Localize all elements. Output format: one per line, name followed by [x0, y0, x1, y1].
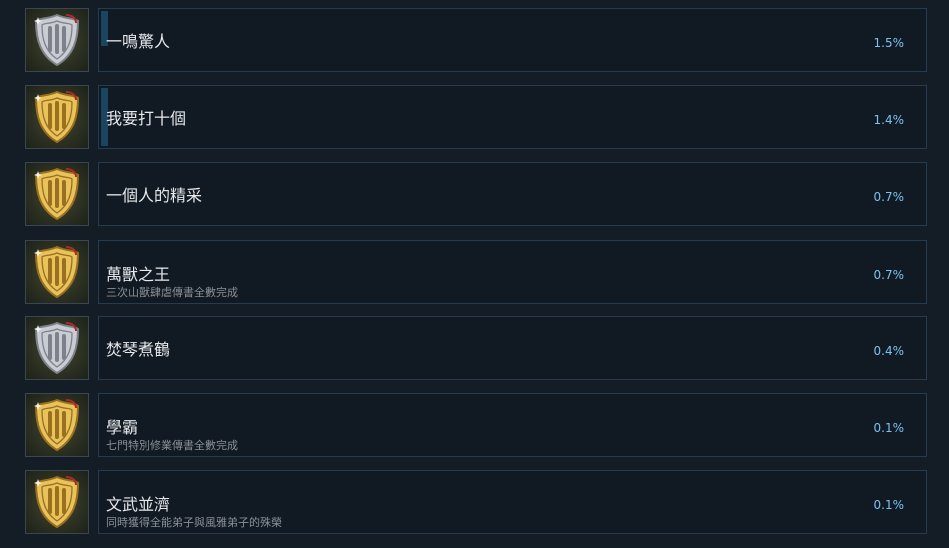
achievement-card[interactable]: 文武並濟 同時獲得全能弟子與風雅弟子的殊榮 0.1%	[98, 470, 927, 534]
gold-shield-emblem-icon	[25, 393, 89, 457]
achievement-card[interactable]: 一鳴驚人 1.5%	[98, 8, 927, 72]
unlock-percent: 0.4%	[873, 344, 905, 358]
achievement-title: 學霸	[106, 418, 139, 437]
achievement-row[interactable]: 我要打十個 1.4%	[0, 85, 949, 151]
achievement-title: 萬獸之王	[106, 265, 171, 284]
achievement-row[interactable]: 焚琴煮鶴 0.4%	[0, 316, 949, 382]
achievement-card[interactable]: 我要打十個 1.4%	[98, 85, 927, 149]
achievement-row[interactable]: 學霸 七門特別修業傳書全數完成 0.1%	[0, 393, 949, 459]
achievement-title: 焚琴煮鶴	[106, 340, 171, 359]
unlock-percent: 0.1%	[873, 421, 905, 435]
achievement-row[interactable]: 一鳴驚人 1.5%	[0, 8, 949, 74]
achievement-title: 我要打十個	[106, 109, 187, 128]
unlock-percent: 1.5%	[873, 36, 905, 50]
gold-shield-emblem-icon	[25, 240, 89, 304]
unlock-percent: 0.7%	[873, 190, 905, 204]
achievement-card[interactable]: 萬獸之王 三次山獸肆虐傳書全數完成 0.7%	[98, 240, 927, 304]
achievement-card[interactable]: 焚琴煮鶴 0.4%	[98, 316, 927, 380]
achievement-row[interactable]: 文武並濟 同時獲得全能弟子與風雅弟子的殊榮 0.1%	[0, 470, 949, 536]
achievement-description: 七門特別修業傳書全數完成	[106, 439, 238, 452]
achievement-title: 文武並濟	[106, 495, 171, 514]
achievement-description: 三次山獸肆虐傳書全數完成	[106, 286, 238, 299]
achievements-page: 一鳴驚人 1.5% 我要打十個 1.4% 一個人的精采 0.7% 萬獸之王 三次…	[0, 0, 949, 548]
silver-shield-emblem-icon	[25, 316, 89, 380]
silver-shield-emblem-icon	[25, 8, 89, 72]
achievement-title: 一個人的精采	[106, 186, 203, 205]
achievement-card[interactable]: 學霸 七門特別修業傳書全數完成 0.1%	[98, 393, 927, 457]
unlock-percent: 0.7%	[873, 268, 905, 282]
unlock-percent: 1.4%	[873, 113, 905, 127]
gold-shield-emblem-icon	[25, 470, 89, 534]
achievement-row[interactable]: 一個人的精采 0.7%	[0, 162, 949, 228]
achievement-row[interactable]: 萬獸之王 三次山獸肆虐傳書全數完成 0.7%	[0, 240, 949, 306]
gold-shield-emblem-icon	[25, 85, 89, 149]
achievement-card[interactable]: 一個人的精采 0.7%	[98, 162, 927, 226]
unlock-percent: 0.1%	[873, 498, 905, 512]
gold-shield-emblem-icon	[25, 162, 89, 226]
achievement-description: 同時獲得全能弟子與風雅弟子的殊榮	[106, 516, 282, 529]
achievement-title: 一鳴驚人	[106, 32, 171, 51]
